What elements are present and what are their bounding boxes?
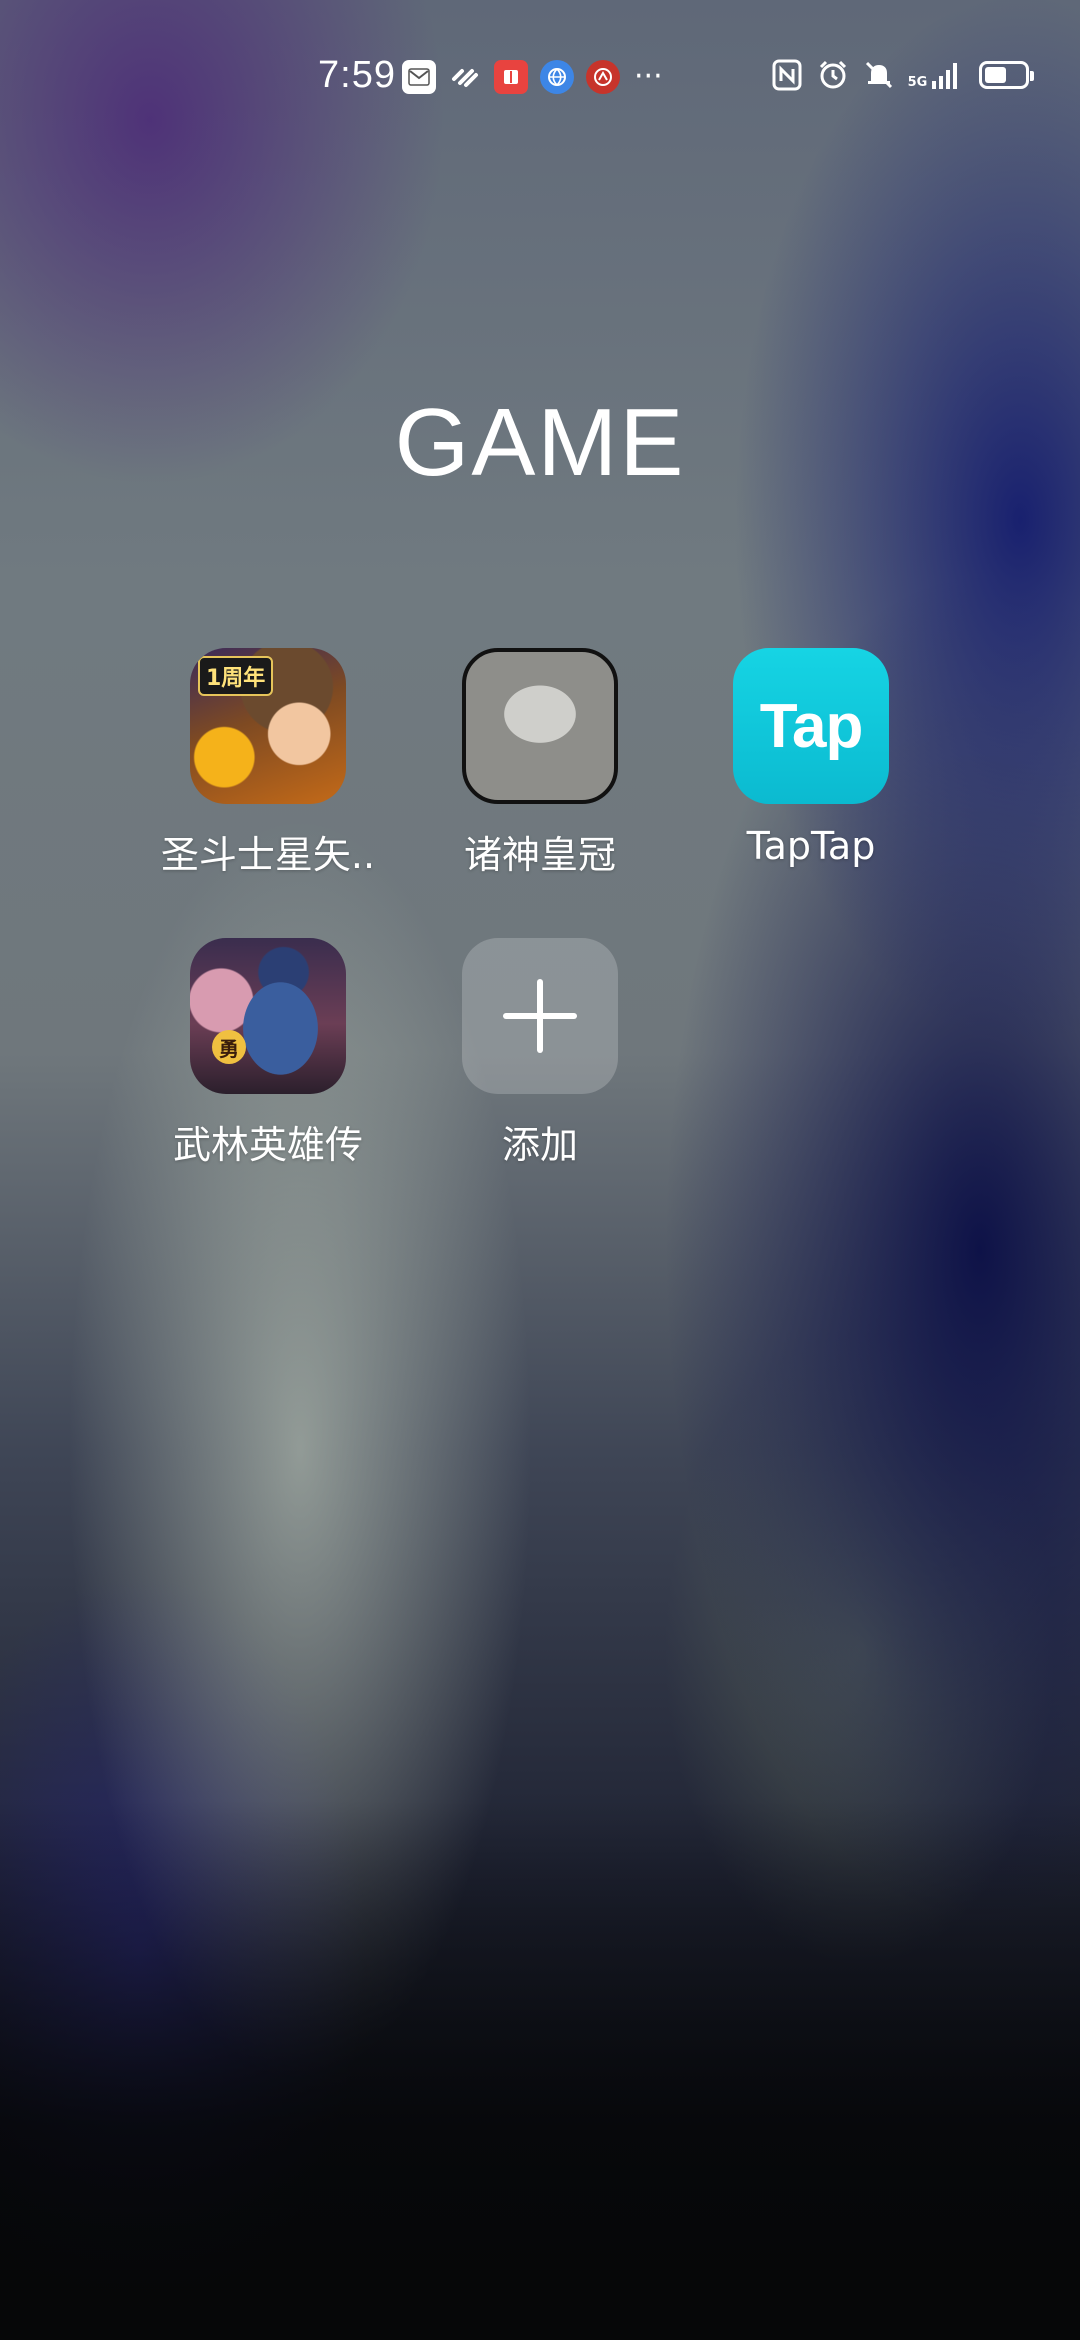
network-type: 5G (907, 75, 928, 90)
browser-app-icon (540, 60, 574, 94)
blurred-wallpaper (0, 0, 1080, 2340)
app-label: 诸神皇冠 (463, 833, 616, 877)
app-label: 武林英雄传 (172, 1123, 363, 1167)
battery-icon (974, 58, 1034, 92)
book-app-icon (494, 60, 528, 94)
app-label: 圣斗士星矢.. (160, 833, 376, 877)
status-bar: 7:59 ··· 5G (0, 0, 1080, 150)
add-label: 添加 (501, 1123, 578, 1167)
message-icon (402, 60, 436, 94)
more-notifications-icon: ··· (634, 59, 663, 94)
alarm-icon (816, 58, 850, 92)
crown-of-gods-icon[interactable] (462, 648, 618, 804)
mute-icon (862, 58, 896, 92)
add-icon[interactable] (462, 938, 618, 1094)
app-wulin-heroes[interactable]: 勇 武林英雄传 (133, 938, 403, 1169)
link-icon (448, 60, 482, 94)
notification-icons: ··· (402, 60, 663, 94)
system-icons: 5G (770, 58, 1034, 92)
nfc-icon (770, 58, 804, 92)
add-app-button[interactable]: 添加 (405, 938, 675, 1169)
app-crown-of-gods[interactable]: 诸神皇冠 (405, 648, 675, 879)
wulin-badge: 勇 (212, 1030, 246, 1064)
app-label: TapTap (746, 824, 876, 868)
anniversary-badge: 1周年 (198, 656, 274, 696)
signal-icon: 5G (908, 58, 962, 92)
home-screen-folder: 7:59 ··· 5G GAME 1周年 圣斗士星矢.. 诸神皇冠 Tap Ta… (0, 0, 1080, 2340)
wulin-heroes-icon[interactable]: 勇 (190, 938, 346, 1094)
app-saint-seiya[interactable]: 1周年 圣斗士星矢.. (133, 648, 403, 879)
folder-title[interactable]: GAME (0, 388, 1080, 498)
clock: 7:59 (318, 54, 396, 96)
bank-app-icon (586, 60, 620, 94)
taptap-logo-text: Tap (759, 691, 864, 761)
taptap-icon[interactable]: Tap (733, 648, 889, 804)
app-taptap[interactable]: Tap TapTap (676, 648, 946, 868)
saint-seiya-icon[interactable]: 1周年 (190, 648, 346, 804)
battery-level (985, 67, 1006, 83)
